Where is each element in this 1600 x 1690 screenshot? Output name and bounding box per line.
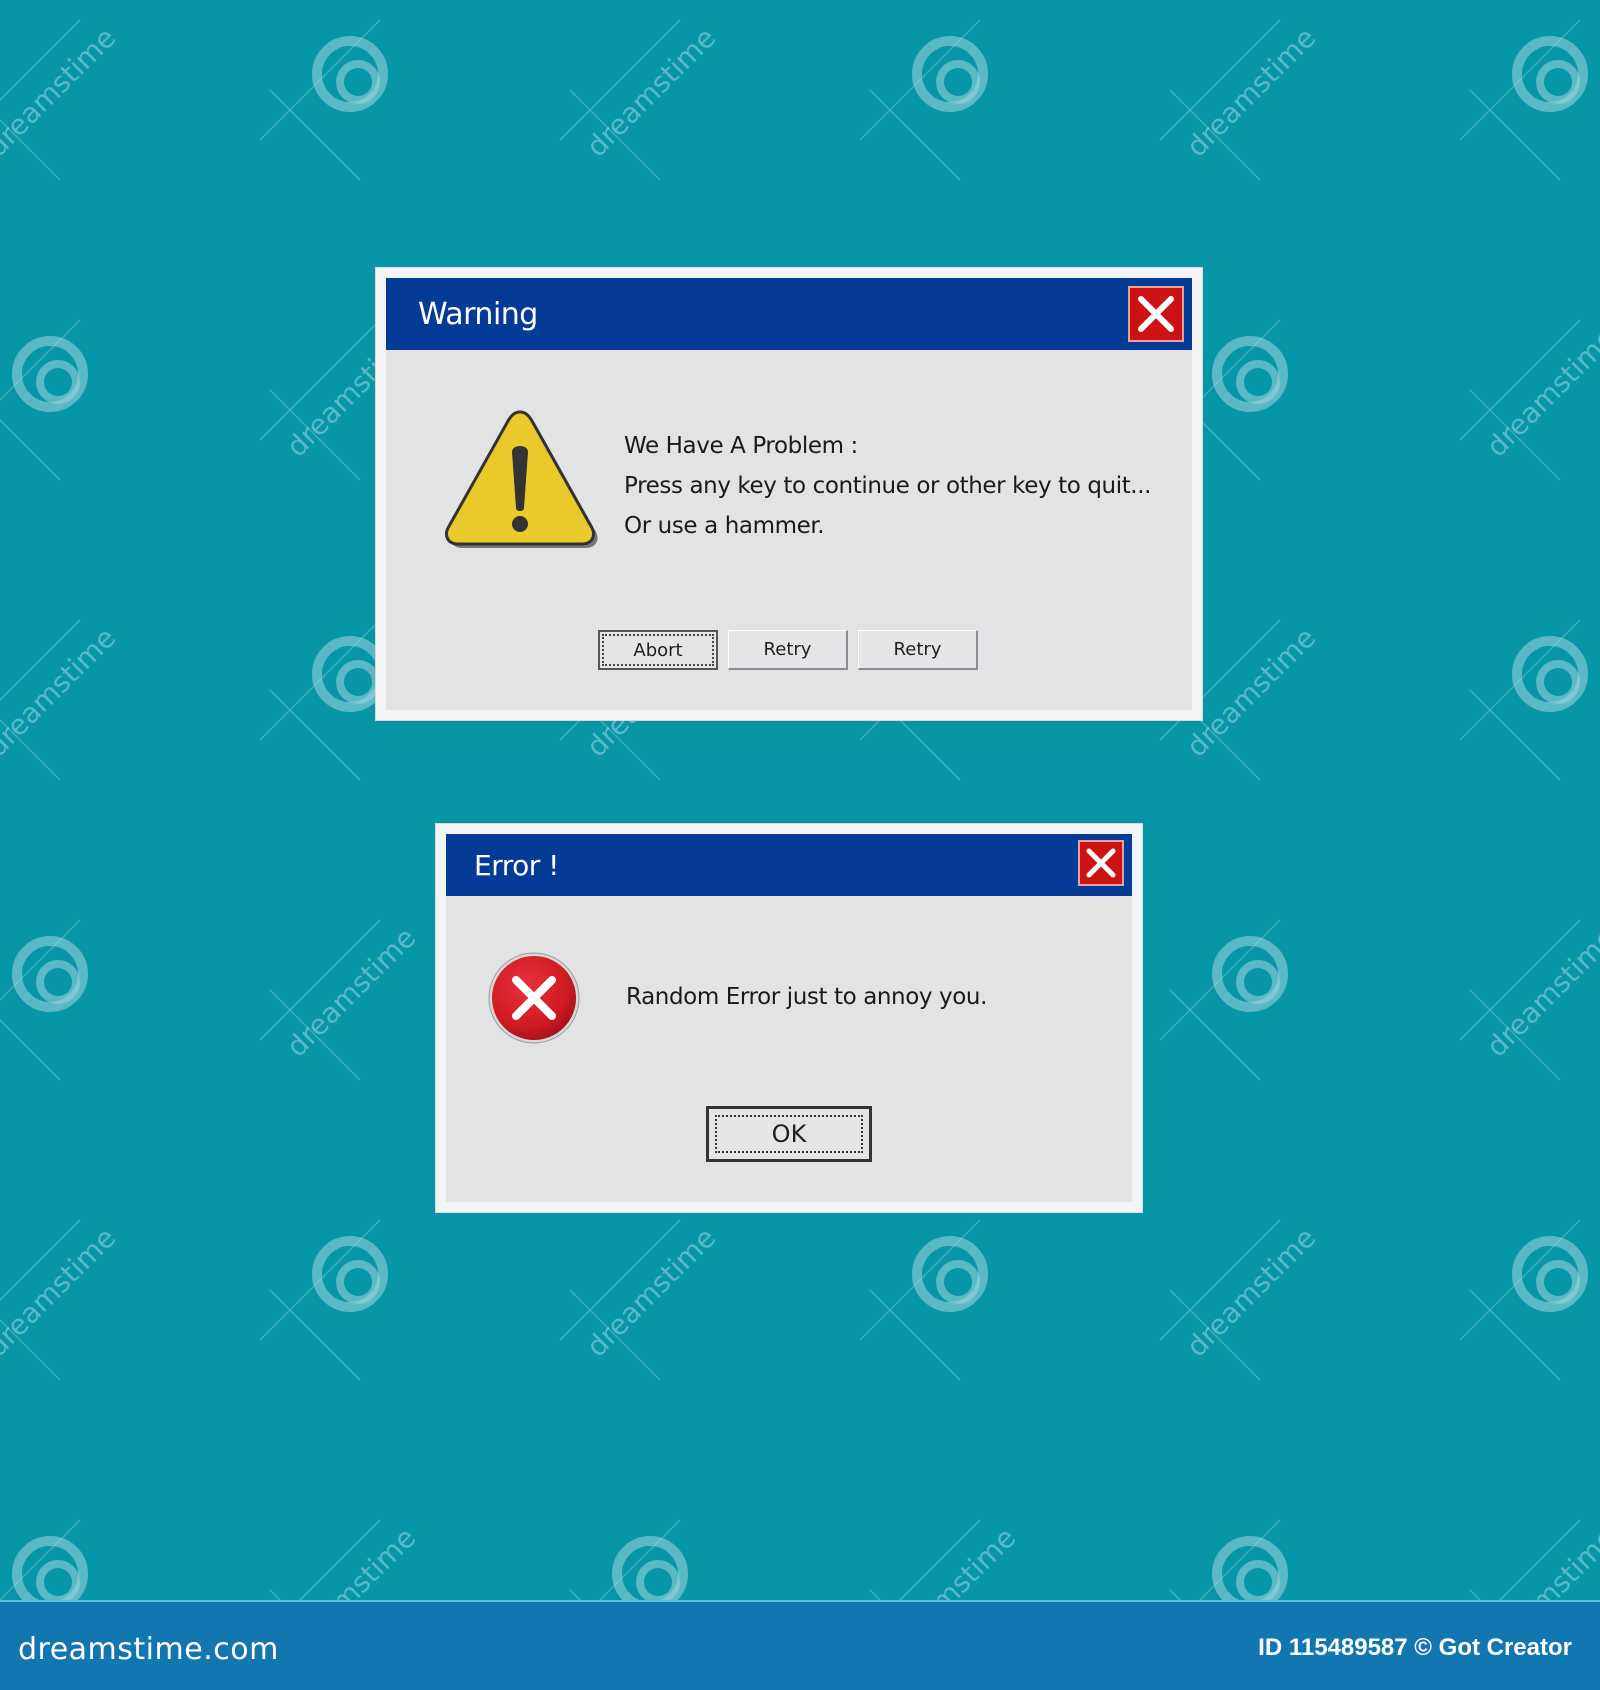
error-title: Error ! (474, 848, 559, 882)
watermark-text: dreamstime (1480, 921, 1600, 1064)
close-icon (1086, 848, 1116, 878)
background-pattern (0, 19, 1581, 1600)
warning-message-line: Press any key to continue or other key t… (624, 473, 1152, 499)
watermark-text: dreamstime (0, 1221, 123, 1364)
warning-close-button[interactable] (1128, 286, 1184, 342)
warning-titlebar[interactable]: Warning (386, 278, 1192, 350)
retry-button-2[interactable]: Retry (858, 630, 978, 670)
watermark-spiral-icon (912, 36, 988, 112)
watermark-spiral-icon (1512, 36, 1588, 112)
watermark-text: dreamstime (1180, 21, 1323, 164)
watermark-spiral-icon (912, 1236, 988, 1312)
ok-button[interactable]: OK (706, 1106, 872, 1162)
error-dialog: Error ! Random Error just to annoy you. (436, 824, 1142, 1212)
warning-message-line: Or use a hammer. (624, 513, 825, 539)
watermark-spiral-icon (1212, 336, 1288, 412)
watermark-spiral-icon (12, 936, 88, 1012)
footer-bar: dreamstime.com ID 115489587 © Got Creato… (0, 1600, 1600, 1690)
ok-button-label: OK (771, 1120, 807, 1148)
warning-title: Warning (418, 296, 538, 332)
warning-message-line: We Have A Problem : (624, 433, 858, 459)
abort-button[interactable]: Abort (598, 630, 718, 670)
error-circle-icon (486, 950, 582, 1050)
retry-button[interactable]: Retry (728, 630, 848, 670)
error-close-button[interactable] (1078, 840, 1124, 886)
warning-button-row: Abort Retry Retry (598, 630, 978, 670)
error-message: Random Error just to annoy you. (626, 984, 988, 1010)
watermark-text: dreamstime (580, 21, 723, 164)
warning-message: We Have A Problem : Press any key to con… (624, 426, 1151, 546)
watermark-spiral-icon (1512, 636, 1588, 712)
watermark-text: dreamstime (0, 621, 123, 764)
watermark-text: dreamstime (1180, 1221, 1323, 1364)
warning-dialog: Warning We Have A Problem : Press any ke… (376, 268, 1202, 720)
watermark-spiral-icon (312, 36, 388, 112)
close-icon (1138, 296, 1174, 332)
warning-triangle-icon (440, 402, 600, 556)
watermark-text: dreamstime (280, 921, 423, 1064)
watermark-text: dreamstime (580, 1221, 723, 1364)
watermark-spiral-icon (1512, 1236, 1588, 1312)
watermark-spiral-icon (12, 336, 88, 412)
footer-logo[interactable]: dreamstime.com (18, 1632, 279, 1667)
error-titlebar[interactable]: Error ! (446, 834, 1132, 896)
watermark-spiral-icon (312, 1236, 388, 1312)
footer-credit: ID 115489587 © Got Creator (1258, 1634, 1572, 1661)
watermark-spiral-icon (1212, 936, 1288, 1012)
watermark-text: dreamstime (0, 21, 123, 164)
watermark-text: dreamstime (1480, 321, 1600, 464)
